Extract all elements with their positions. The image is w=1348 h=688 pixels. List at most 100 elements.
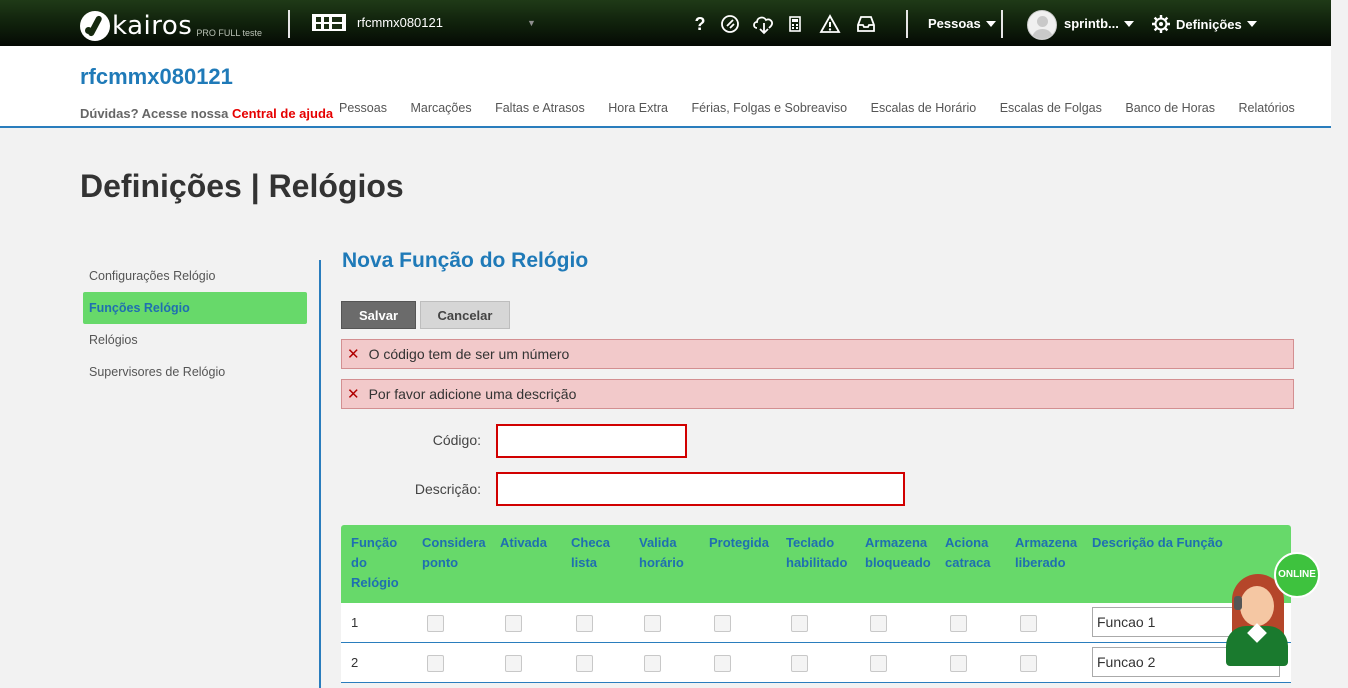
column-header-turnstile: Aciona catraca [945,535,991,570]
stores-blocked-checkbox[interactable] [870,655,887,672]
table-row: 2 Funcao 2 [341,643,1291,683]
nav-item-people[interactable]: Pessoas [339,101,387,115]
column-header-function: Função do Relógio [351,535,399,590]
nav-item-overtime[interactable]: Hora Extra [608,101,668,115]
counts-punch-checkbox[interactable] [427,655,444,672]
chevron-down-icon[interactable]: ▼ [527,18,536,28]
warning-icon[interactable] [819,12,841,36]
keyboard-checkbox[interactable] [791,615,808,632]
stores-blocked-checkbox[interactable] [870,615,887,632]
company-selector[interactable]: rfcmmx080121 [312,14,443,31]
code-field[interactable] [496,424,687,458]
protected-checkbox[interactable] [714,655,731,672]
error-icon: ✕ [347,386,360,403]
support-chat-widget[interactable]: ONLINE [1222,552,1322,672]
column-header-checks-list: Checa lista [571,535,611,570]
settings-sidebar: Configurações Relógio Funções Relógio Re… [83,260,307,388]
checks-list-checkbox[interactable] [576,615,593,632]
code-label: Código: [432,432,481,448]
column-header-protected: Protegida [709,535,769,550]
help-center-link[interactable]: Central de ajuda [232,106,333,121]
inbox-icon[interactable] [855,12,877,36]
settings-menu[interactable]: Definições [1151,14,1257,34]
column-header-counts-punch: Considera ponto [422,535,486,570]
avatar[interactable] [1027,10,1057,40]
table-header: Função do Relógio Considera ponto Ativada C… [341,525,1291,603]
user-menu-label: sprintb... [1064,16,1119,31]
checks-list-checkbox[interactable] [576,655,593,672]
sidebar-item-clock-functions[interactable]: Funções Relógio [83,292,307,324]
company-selector-label: rfcmmx080121 [357,15,443,30]
error-alert: ✕ O código tem de ser um número [341,339,1294,369]
help-prefix: Dúvidas? Acesse nossa [80,106,229,121]
calculator-icon[interactable] [787,12,803,36]
chevron-down-icon [1123,20,1134,27]
sidebar-item-clock-configs[interactable]: Configurações Relógio [83,260,307,292]
description-label: Descrição: [414,481,481,497]
kairos-logo[interactable]: kairos PRO FULL teste [80,5,262,41]
description-field[interactable] [496,472,905,506]
nav-item-days-off[interactable]: Escalas de Folgas [1000,101,1102,115]
cancel-button[interactable]: Cancelar [420,301,510,329]
online-status-badge: ONLINE [1274,552,1320,598]
column-header-enabled: Ativada [500,535,547,550]
protected-checkbox[interactable] [714,615,731,632]
enabled-checkbox[interactable] [505,655,522,672]
error-icon: ✕ [347,346,360,363]
stores-released-checkbox[interactable] [1020,655,1037,672]
headset-icon [1234,596,1242,610]
help-icon[interactable]: ? [692,12,708,36]
form-title: Nova Função do Relógio [342,249,589,272]
ticket-icon[interactable] [718,12,742,36]
nav-item-schedules[interactable]: Escalas de Horário [871,101,977,115]
stores-released-checkbox[interactable] [1020,615,1037,632]
divider [1001,10,1003,38]
gear-icon [1152,15,1170,33]
clock-functions-table: Função do Relógio Considera ponto Ativada C… [341,525,1291,683]
table-row: 1 Funcao 1 [341,603,1291,643]
error-message: O código tem de ser um número [368,346,570,362]
nav-item-vacations[interactable]: Férias, Folgas e Sobreaviso [691,101,847,115]
people-menu[interactable]: Pessoas [928,16,996,31]
page-title: Definições | Relógios [80,168,404,204]
nav-item-reports[interactable]: Relatórios [1239,101,1295,115]
column-header-keyboard: Teclado habilitado [786,535,848,570]
keyboard-checkbox[interactable] [791,655,808,672]
main-nav: Pessoas Marcações Faltas e Atrasos Hora … [339,101,1318,115]
building-icon [312,14,346,31]
sidebar-item-clock-supervisors[interactable]: Supervisores de Relógio [83,356,307,388]
company-header: rfcmmx080121 Dúvidas? Acesse nossa Centr… [0,46,1331,128]
turnstile-checkbox[interactable] [950,615,967,632]
sidebar-item-clocks[interactable]: Relógios [83,324,307,356]
top-bar: kairos PRO FULL teste rfcmmx080121 ▼ ? P… [0,0,1331,46]
column-header-validates-time: Valida horário [639,535,684,570]
cloud-download-icon[interactable] [751,12,777,36]
settings-menu-label: Definições [1176,16,1242,32]
support-agent-face [1240,586,1274,626]
people-menu-label: Pessoas [928,16,981,31]
nav-item-hour-bank[interactable]: Banco de Horas [1125,101,1215,115]
user-menu[interactable]: sprintb... [1064,16,1134,31]
error-message: Por favor adicione uma descrição [368,386,577,402]
function-number: 1 [351,615,359,630]
column-header-stores-released: Armazena liberado [1015,535,1078,570]
validates-time-checkbox[interactable] [644,655,661,672]
save-button[interactable]: Salvar [341,301,416,329]
error-alert: ✕ Por favor adicione uma descrição [341,379,1294,409]
counts-punch-checkbox[interactable] [427,615,444,632]
column-header-description: Descrição da Função [1092,535,1223,550]
function-number: 2 [351,655,359,670]
company-title: rfcmmx080121 [80,64,233,89]
divider [906,10,908,38]
kairos-logo-mark [80,11,110,41]
chevron-down-icon [985,20,996,27]
help-text: Dúvidas? Acesse nossa Central de ajuda [80,106,333,121]
column-header-stores-blocked: Armazena bloqueado [865,535,931,570]
nav-item-absences[interactable]: Faltas e Atrasos [495,101,585,115]
divider [288,10,290,38]
nav-item-punches[interactable]: Marcações [410,101,471,115]
chevron-down-icon [1246,21,1257,27]
validates-time-checkbox[interactable] [644,615,661,632]
turnstile-checkbox[interactable] [950,655,967,672]
enabled-checkbox[interactable] [505,615,522,632]
